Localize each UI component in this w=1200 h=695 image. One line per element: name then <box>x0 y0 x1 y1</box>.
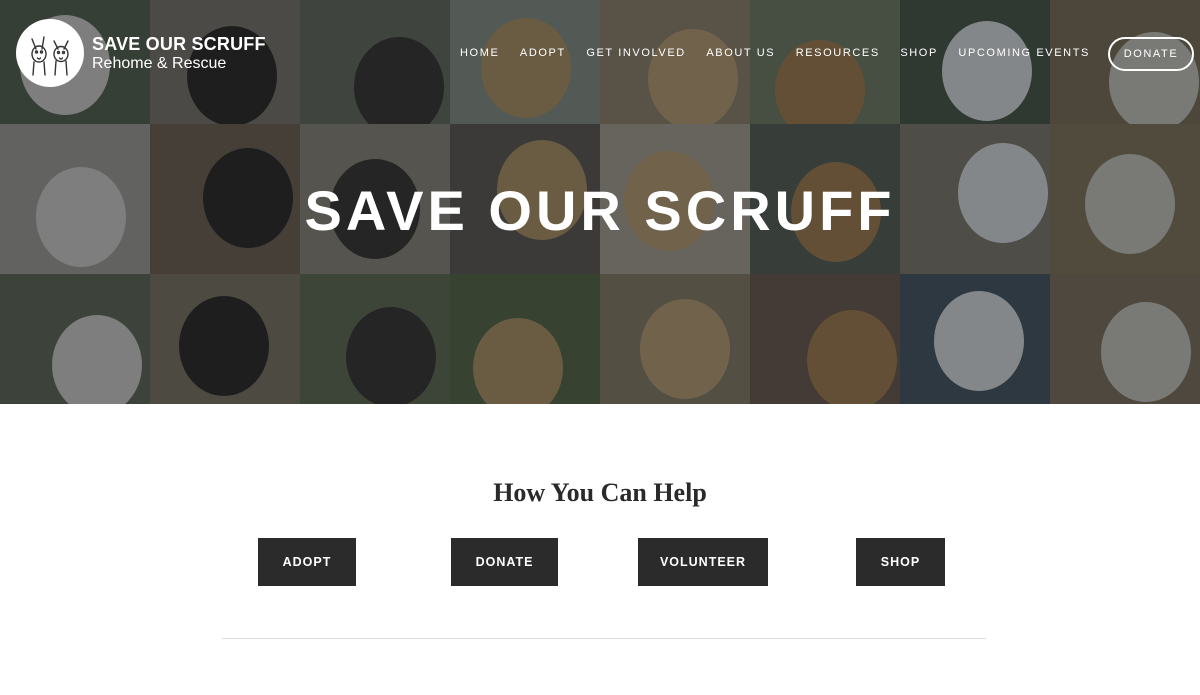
help-section-title: How You Can Help <box>493 478 707 507</box>
dogs-logo-icon <box>31 36 69 76</box>
main-nav: HOME ADOPT GET INVOLVED ABOUT US RESOURC… <box>460 47 1090 59</box>
nav-home[interactable]: HOME <box>460 47 499 59</box>
adopt-button[interactable]: ADOPT <box>258 538 356 586</box>
site-logo[interactable] <box>16 19 84 87</box>
nav-about-us[interactable]: ABOUT US <box>706 47 775 59</box>
nav-upcoming-events[interactable]: UPCOMING EVENTS <box>958 47 1090 59</box>
nav-get-involved[interactable]: GET INVOLVED <box>586 47 685 59</box>
section-divider <box>222 638 986 639</box>
nav-donate-button[interactable]: DONATE <box>1108 37 1194 71</box>
volunteer-button[interactable]: VOLUNTEER <box>638 538 768 586</box>
nav-shop[interactable]: SHOP <box>900 47 938 59</box>
brand-title[interactable]: SAVE OUR SCRUFF <box>92 34 266 55</box>
hero-banner: SAVE OUR SCRUFF Rehome & Rescue HOME ADO… <box>0 0 1200 404</box>
nav-adopt[interactable]: ADOPT <box>520 47 566 59</box>
donate-button[interactable]: DONATE <box>451 538 558 586</box>
brand-subtitle: Rehome & Rescue <box>92 55 227 72</box>
shop-button[interactable]: SHOP <box>856 538 945 586</box>
nav-resources[interactable]: RESOURCES <box>796 47 880 59</box>
hero-title: SAVE OUR SCRUFF <box>304 179 896 242</box>
